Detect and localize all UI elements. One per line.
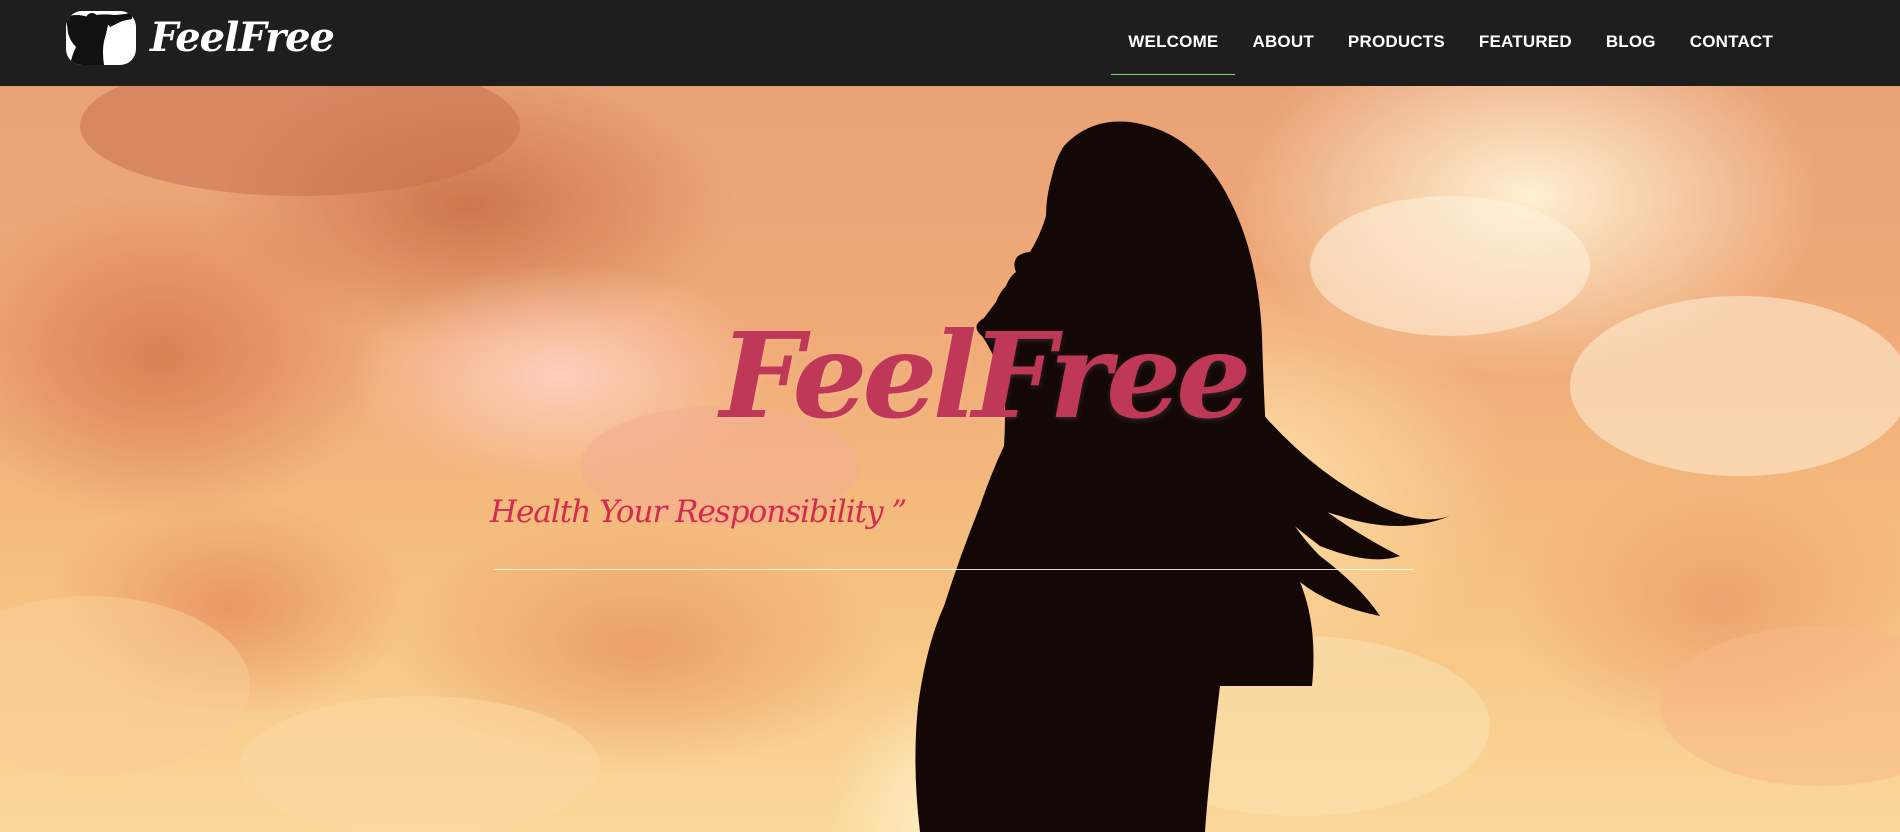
nav-item-label: CONTACT	[1689, 32, 1773, 51]
nav-item-label: ABOUT	[1252, 32, 1314, 51]
nav-item-welcome[interactable]: WELCOME	[1111, 0, 1236, 86]
hero-section: FeelFree Health Your Responsibility ”	[0, 86, 1900, 832]
hero-tagline: Health Your Responsibility ”	[490, 494, 907, 530]
hero-title: FeelFree	[720, 306, 1251, 445]
brand-link[interactable]: FeelFree	[66, 10, 335, 66]
nav-item-products[interactable]: PRODUCTS	[1331, 0, 1462, 86]
nav-list: WELCOME ABOUT PRODUCTS FEATURED BLOG CON…	[1111, 0, 1790, 86]
nav-item-label: BLOG	[1605, 32, 1656, 51]
nav-item-contact[interactable]: CONTACT	[1673, 0, 1790, 86]
nav-item-featured[interactable]: FEATURED	[1462, 0, 1589, 86]
nav-item-about[interactable]: ABOUT	[1235, 0, 1330, 86]
nav-item-label: FEATURED	[1478, 32, 1572, 51]
top-navbar: FeelFree WELCOME ABOUT PRODUCTS FEATURED…	[0, 0, 1900, 86]
nav-item-label: WELCOME	[1128, 32, 1219, 51]
nav-item-label: PRODUCTS	[1347, 32, 1445, 51]
brand-name: FeelFree	[150, 14, 335, 61]
stretching-figure-icon	[66, 11, 136, 65]
hero-divider	[494, 569, 1414, 570]
hero-background-image	[0, 86, 1900, 832]
nav-item-blog[interactable]: BLOG	[1589, 0, 1673, 86]
